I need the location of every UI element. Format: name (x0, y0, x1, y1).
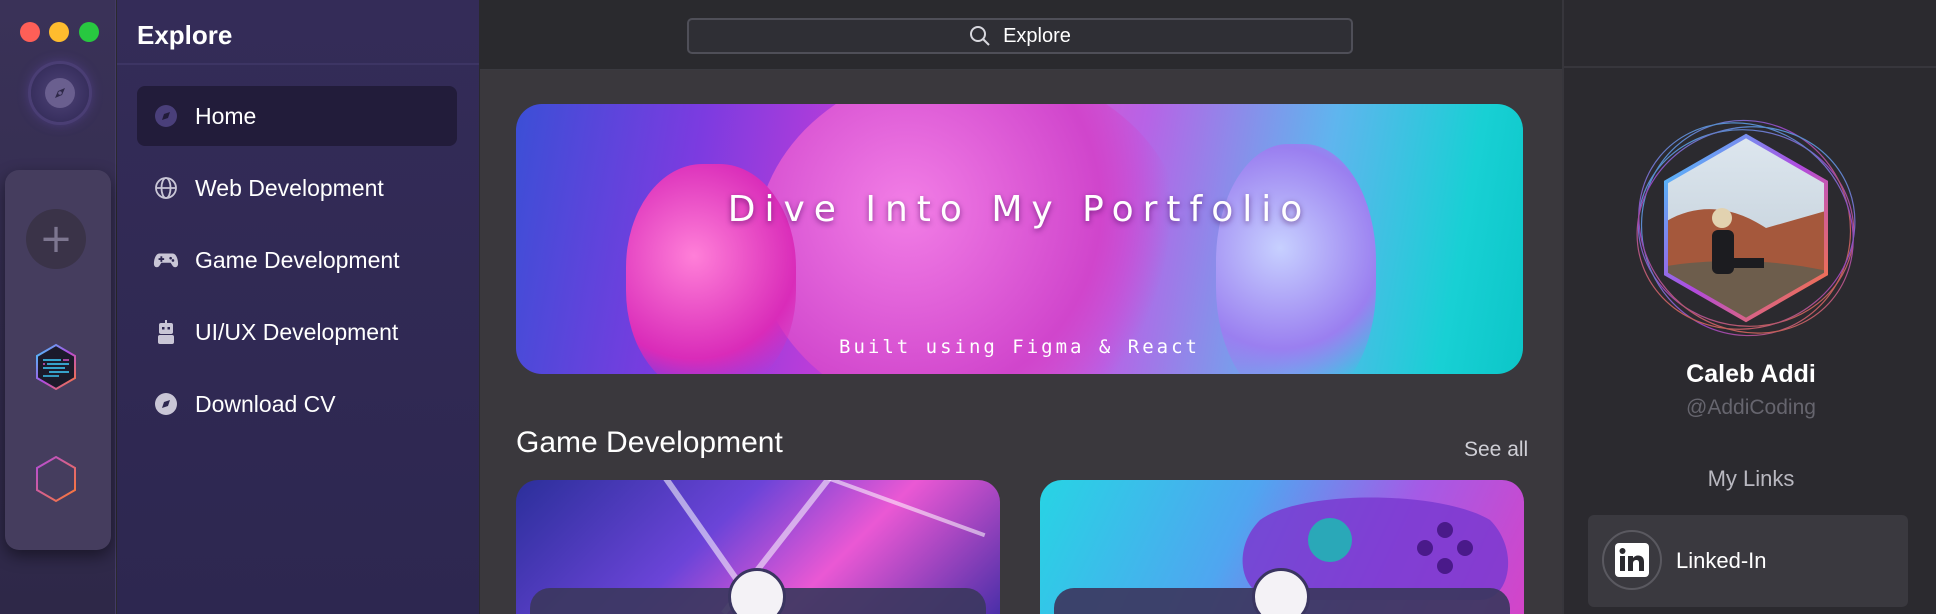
search-input[interactable]: Explore (1003, 25, 1071, 48)
compass-icon (153, 103, 179, 129)
links-heading: My Links (1707, 466, 1795, 491)
hexagon-icon[interactable] (31, 454, 81, 504)
see-all-link[interactable]: See all (1464, 438, 1528, 462)
sidebar-title: Explore (137, 20, 233, 50)
code-hexagon-icon[interactable] (31, 342, 81, 392)
search-icon (970, 26, 990, 46)
section-title: Game Development (516, 426, 783, 459)
add-button[interactable]: + (26, 209, 86, 269)
sidebar-item-home[interactable]: Home (137, 86, 457, 146)
search-bar[interactable]: Explore (687, 18, 1353, 54)
globe-icon (153, 175, 179, 201)
gamepad-icon (153, 247, 179, 273)
profile-panel: Caleb Addi @AddiCoding My Links Linked-I… (1562, 0, 1936, 614)
hero-title: Dive Into My Portfolio (727, 189, 1312, 230)
left-rail: + (0, 0, 116, 614)
hero-banner[interactable]: Dive Into My Portfolio Built using Figma… (516, 104, 1523, 374)
profile-name: Caleb Addi (1686, 360, 1816, 388)
game-card[interactable] (516, 480, 1000, 614)
rail-explore-button[interactable] (31, 64, 89, 122)
sidebar-item-label: UI/UX Development (195, 318, 399, 345)
link-label: Linked-In (1676, 548, 1767, 573)
divider (117, 63, 479, 65)
hero-sculpture (756, 104, 1186, 374)
sidebar-item-web-development[interactable]: Web Development (137, 158, 457, 218)
sidebar-item-download-cv[interactable]: Download CV (137, 374, 457, 434)
plus-icon: + (39, 216, 73, 262)
linkedin-link[interactable]: Linked-In (1588, 515, 1908, 607)
compass-icon (153, 391, 179, 417)
sidebar-item-label: Download CV (195, 390, 336, 417)
game-card[interactable] (1040, 480, 1524, 614)
minimize-window-button[interactable] (49, 22, 69, 42)
sidebar-item-label: Web Development (195, 174, 384, 201)
sidebar-item-ui-ux-development[interactable]: UI/UX Development (137, 302, 457, 362)
avatar (728, 568, 786, 614)
sidebar: Explore Home Web Development Game Develo… (117, 0, 479, 614)
profile-handle: @AddiCoding (1686, 396, 1816, 419)
robot-icon (153, 319, 179, 345)
hero-subtitle: Built using Figma & React (839, 336, 1200, 358)
close-window-button[interactable] (20, 22, 40, 42)
linkedin-icon (1602, 530, 1662, 590)
sidebar-item-game-development[interactable]: Game Development (137, 230, 457, 290)
compass-icon (45, 78, 75, 108)
profile-picture[interactable] (1626, 108, 1866, 348)
sidebar-item-label: Home (195, 102, 257, 129)
divider (1564, 66, 1936, 68)
maximize-window-button[interactable] (79, 22, 99, 42)
sidebar-item-label: Game Development (195, 246, 400, 273)
